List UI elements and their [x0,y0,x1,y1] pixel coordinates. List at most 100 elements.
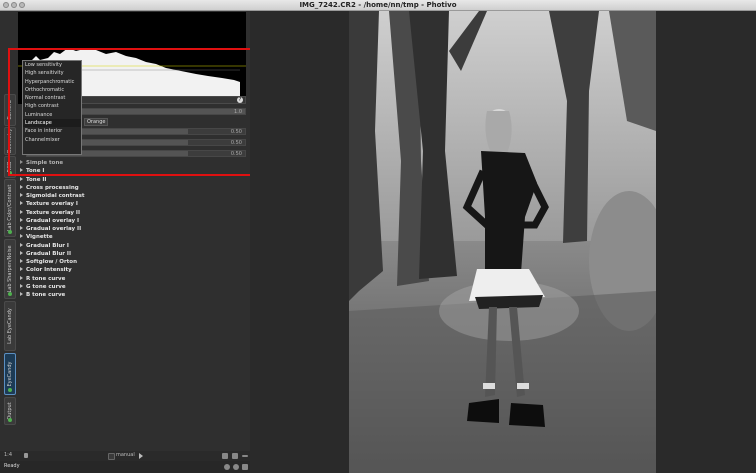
window-title: IMG_7242.CR2 - /home/nn/tmp - Photivo [299,1,457,9]
status-text: Ready [4,463,20,469]
expand-arrow-icon [20,193,23,197]
active-dot-icon [8,292,12,296]
expand-arrow-icon [20,176,23,181]
help-icon[interactable]: ? [237,97,243,103]
tab-lab-sharpen-noise[interactable]: Lab Sharpen/Noise [4,239,16,299]
side-tabs: Camera Geometry RGB Lab Color/Contrast L… [4,11,16,461]
play-icon[interactable] [139,453,143,459]
bw-preset-dropdown[interactable]: Low sensitivity High sensitivity Hyperpa… [22,60,82,155]
tab-rgb[interactable]: RGB [4,156,16,178]
filter-label: B tone curve [26,292,66,298]
bottom-toolbar: 1:4 manual [0,451,250,461]
filter-label: Texture overlay I [26,201,78,208]
expand-arrow-icon [20,160,23,164]
viewer-margin-left [250,11,349,473]
filter-item[interactable]: Vignette [20,233,240,241]
save-icon[interactable] [222,453,228,459]
expand-arrow-icon [20,209,23,214]
orange-filter-button[interactable]: Orange [84,118,108,126]
dropdown-option[interactable]: Channelmixer [23,136,81,144]
tab-label: Camera [7,100,13,120]
filter-label: R tone curve [26,275,66,282]
filter-label: Softglow / Orton [26,259,77,265]
filter-item[interactable]: Gradual Blur I [20,242,240,250]
expand-arrow-icon [20,283,23,288]
filter-item[interactable]: B tone curve [20,291,240,299]
tab-lab-color-contrast[interactable]: Lab Color/Contrast [4,179,16,237]
expand-arrow-icon [20,267,23,272]
filter-item[interactable]: Simple tone [20,159,240,167]
active-dot-icon [8,388,12,392]
filter-label: Simple tone [26,160,64,166]
dropdown-option[interactable]: Orthochromatic [23,86,81,94]
filter-label: Gradual Blur II [26,250,72,257]
tab-label: EyeCandy [7,361,13,387]
dropdown-option[interactable]: Face in interior [23,127,81,135]
mode-checkbox[interactable] [108,453,115,460]
dropdown-option-selected[interactable]: Landscape [23,119,81,128]
pin-icon[interactable] [24,453,28,458]
tab-label: Geometry [7,128,13,154]
filter-item[interactable]: Gradual overlay I [20,217,240,225]
filter-item[interactable]: Texture overlay I [20,200,240,208]
tab-label: Lab Sharpen/Noise [7,245,13,293]
filter-item[interactable]: Gradual Blur II [20,250,240,258]
dropdown-option[interactable]: High sensitivity [23,69,81,77]
expand-arrow-icon [20,259,23,263]
filter-item[interactable]: Sigmoidal contrast [20,192,240,200]
active-dot-icon [8,230,12,234]
filter-item[interactable]: Color Intensity [20,266,240,274]
tab-label: Lab Color/Contrast [7,184,13,232]
zoom-label: 1:4 [4,452,13,458]
filter-label: Gradual Blur I [26,242,69,249]
dropdown-option[interactable]: Hyperpanchromatic [23,78,81,86]
filter-label: Gradual overlay I [26,217,80,224]
blue-value: 0.50 [230,151,242,157]
filter-item[interactable]: Tone II [20,176,240,184]
filter-item[interactable]: Cross processing [20,184,240,192]
tab-camera[interactable]: Camera [4,94,16,126]
tab-label: Lab EyeCandy [7,308,13,344]
viewer-margin-right [656,11,756,473]
fullscreen-icon[interactable] [242,464,248,470]
photo-preview[interactable] [349,11,656,473]
expand-arrow-icon [20,234,23,239]
filter-label: Color Intensity [26,267,72,274]
minus-icon[interactable] [242,455,248,457]
filter-item[interactable]: Softglow / Orton [20,258,240,266]
dropdown-option[interactable]: Normal contrast [23,94,81,102]
dropdown-option[interactable]: High contrast [23,102,81,110]
dropdown-option[interactable]: Low sensitivity [23,61,81,69]
filter-item[interactable]: Tone I [20,167,240,175]
filter-label: Gradual overlay II [26,226,82,232]
filter-label: Tone II [26,176,47,183]
filter-item[interactable]: Gradual overlay II [20,225,240,233]
expand-arrow-icon [20,217,23,222]
zoom-icon[interactable] [232,453,238,459]
filter-label: G tone curve [26,283,66,290]
status-bar: Ready [0,461,250,473]
active-dot-icon [8,171,12,175]
red-value: 0.50 [230,129,242,135]
filter-item[interactable]: Texture overlay II [20,209,240,217]
filter-label: Sigmoidal contrast [26,193,85,199]
title-bar: IMG_7242.CR2 - /home/nn/tmp - Photivo [0,0,756,11]
tab-lab-eyecandy[interactable]: Lab EyeCandy [4,301,16,351]
filter-item[interactable]: R tone curve [20,275,240,283]
info-icon[interactable] [233,464,239,470]
photo-image [349,11,656,473]
dropdown-option[interactable]: Luminance [23,111,81,119]
expand-arrow-icon [20,275,23,280]
left-panel: Camera Geometry RGB Lab Color/Contrast L… [0,11,258,461]
expand-arrow-icon [20,168,23,173]
tab-eyecandy[interactable]: EyeCandy [4,353,16,395]
filter-label: Cross processing [26,184,79,191]
settings-icon[interactable] [224,464,230,470]
green-value: 0.50 [230,140,242,146]
tab-geometry[interactable]: Geometry [4,127,16,155]
filter-item[interactable]: G tone curve [20,283,240,291]
filter-list: Simple tone Tone I Tone II Cross process… [20,159,240,299]
filter-label: Tone I [26,168,45,175]
filter-label: Vignette [26,234,53,241]
tab-output[interactable]: Output [4,397,16,425]
